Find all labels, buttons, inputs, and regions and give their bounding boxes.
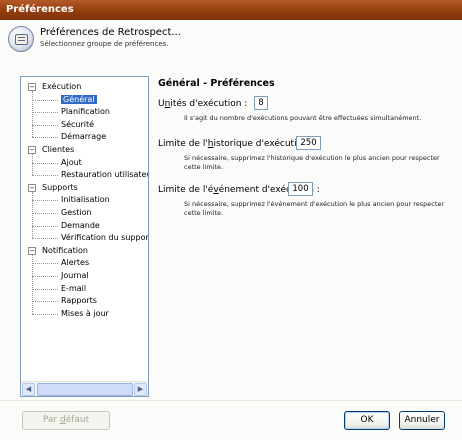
tree-connector (32, 263, 58, 265)
tree-connector (32, 254, 33, 314)
scroll-thumb[interactable] (37, 383, 133, 396)
tree-group[interactable]: Notification (42, 245, 88, 257)
tree-item-label: E-mail (61, 283, 87, 293)
tree-item[interactable]: Restauration utilisateur (61, 169, 148, 181)
tree-item[interactable]: Alertes (61, 257, 89, 269)
tree-item[interactable]: Démarrage (61, 131, 106, 143)
tree-group[interactable]: Clientes (42, 144, 74, 156)
preferences-tree: − Exécution Général Planification Sécurité Dé… (21, 77, 148, 382)
tree-item-label: Demande (61, 220, 100, 230)
tree-connector (32, 225, 58, 227)
tree-connector (32, 238, 58, 240)
tree-connector (32, 91, 33, 138)
tree-item[interactable]: Vérification du support (61, 232, 148, 244)
tree-item[interactable]: Initialisation (61, 194, 110, 206)
horizontal-scrollbar[interactable]: ◀ ▶ (21, 381, 148, 396)
scroll-left-button[interactable]: ◀ (22, 383, 35, 396)
tree-connector (32, 313, 58, 315)
tree-item-label: Supports (42, 182, 78, 192)
header-subtitle: Sélectionnez groupe de préférences. (40, 40, 169, 48)
tree-item-label: Clientes (42, 145, 75, 154)
events-help: Si nécessaire, supprimez l'événement d'e… (184, 200, 445, 217)
tree-connector (32, 112, 58, 114)
ok-button[interactable]: OK (344, 411, 390, 430)
scroll-right-button[interactable]: ▶ (134, 383, 147, 396)
history-label: Limite de l'historique d'exécution : (158, 139, 314, 149)
collapse-toggle-icon[interactable]: − (28, 146, 36, 154)
cancel-button[interactable]: Annuler (399, 411, 445, 430)
events-input[interactable]: 100 (288, 182, 313, 196)
header-title: Préférences de Retrospect... (40, 27, 181, 38)
tree-item[interactable]: Mises à jour (61, 308, 109, 320)
tree-item[interactable]: Demande (61, 220, 100, 232)
tree-connector (32, 154, 33, 176)
units-label: Unités d'exécution : (158, 99, 248, 109)
preferences-tree-panel: − Exécution Général Planification Sécurité Dé… (20, 76, 149, 397)
tree-item[interactable]: Ajout (61, 157, 82, 169)
tree-item[interactable]: Sécurité (61, 119, 94, 131)
tree-connector (32, 191, 33, 239)
tree-connector (32, 99, 58, 101)
dialog-header: Préférences de Retrospect... Sélectionne… (0, 20, 462, 64)
tree-item[interactable]: Journal (61, 270, 89, 282)
units-input[interactable]: 8 (254, 96, 268, 110)
tree-item[interactable]: Gestion (61, 207, 92, 219)
tree-item-label: Général (61, 94, 97, 104)
section-title: Général - Préférences (158, 78, 275, 89)
tree-item-label: Alertes (61, 258, 90, 268)
tree-item-label: Notification (42, 245, 88, 255)
tree-connector (32, 200, 58, 202)
tree-connector (32, 162, 58, 164)
tree-item[interactable]: Planification (61, 106, 110, 118)
tree-connector (32, 213, 58, 214)
collapse-toggle-icon[interactable]: − (28, 83, 36, 91)
footer-divider (0, 400, 462, 401)
collapse-toggle-icon[interactable]: − (28, 183, 36, 192)
preferences-scroll-icon (8, 26, 34, 52)
tree-item[interactable]: E-mail (61, 283, 86, 295)
tree-connector (32, 175, 58, 177)
history-input[interactable]: 250 (296, 136, 321, 150)
tree-group[interactable]: Supports (42, 182, 78, 194)
tree-connector (32, 288, 58, 290)
tree-item-label: Ajout (61, 157, 82, 167)
tree-item-label: Sécurité (61, 119, 95, 129)
title-bar: Préférences (0, 0, 462, 20)
tree-item-label: Vérification du support (61, 233, 148, 243)
tree-item-label: Mises à jour (61, 308, 109, 318)
tree-item-label: Rapports (61, 296, 97, 306)
tree-item-label: Restauration utilisateur (61, 170, 148, 180)
default-button[interactable]: Par défaut (22, 411, 110, 430)
tree-item-label: Initialisation (61, 195, 110, 205)
units-help: Il s'agit du nombre d'exécutions pouvant… (184, 114, 422, 122)
tree-item-label: Journal (61, 271, 89, 280)
preferences-window: Préférences Préférences de Retrospect...… (0, 0, 462, 440)
tree-item-label: Planification (61, 107, 110, 117)
tree-item-label: Gestion (61, 208, 92, 217)
collapse-toggle-icon[interactable]: − (28, 246, 36, 255)
window-title: Préférences (6, 4, 74, 15)
tree-connector (32, 124, 58, 126)
tree-item[interactable]: Rapports (61, 295, 97, 307)
tree-connector (32, 137, 58, 139)
tree-item-label: Démarrage (61, 132, 107, 142)
tree-item-label: Exécution (42, 82, 82, 91)
tree-connector (32, 276, 58, 277)
tree-connector (32, 301, 58, 303)
history-help: Si nécessaire, supprimez l'historique d'… (184, 154, 440, 171)
tree-group[interactable]: Exécution (42, 81, 81, 93)
tree-item[interactable]: Général (61, 94, 97, 106)
